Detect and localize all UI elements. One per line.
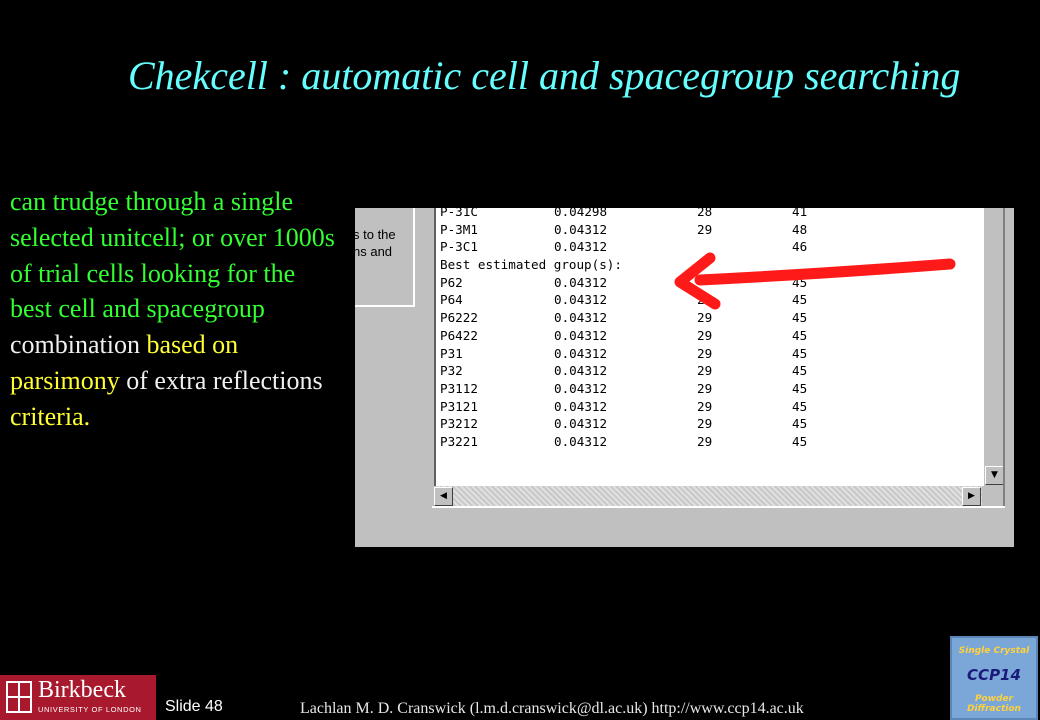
body-text-yellow-2: criteria.	[10, 401, 91, 431]
table-cell: 0.04312	[554, 239, 608, 255]
table-cell: 28	[697, 208, 713, 219]
table-cell: P64	[440, 292, 463, 308]
table-cell: 45	[792, 416, 808, 432]
table-cell: 0.04312	[554, 221, 608, 237]
table-cell: P6222	[440, 310, 478, 326]
table-cell: 0.04312	[554, 292, 608, 308]
chevron-right-icon: ▶	[968, 491, 975, 501]
vertical-scrollbar[interactable]: ▼	[984, 208, 1004, 485]
table-cell: P3112	[440, 380, 478, 396]
table-cell: 0.04312	[554, 433, 608, 449]
table-cell: 45	[792, 345, 808, 361]
birkbeck-logo: Birkbeck UNIVERSITY OF LONDON	[0, 675, 156, 720]
chekcell-screenshot: s to the ns and P-31C 0.04298 28 41 P-3M1 0.0…	[355, 208, 1014, 547]
scroll-corner	[984, 486, 1003, 506]
table-cell: 29	[697, 433, 713, 449]
slide-number: Slide 48	[165, 698, 223, 715]
table-cell: 45	[792, 380, 808, 396]
left-text-line-2: ns and	[355, 244, 393, 259]
table-cell: 0.04312	[554, 345, 608, 361]
slide-title: Chekcell : automatic cell and spacegroup…	[128, 53, 961, 98]
ccp14-logo: Single Crystal CCP14 Powder Diffraction	[950, 636, 1038, 720]
logo-name: Birkbeck	[38, 677, 126, 703]
table-cell: 45	[792, 433, 808, 449]
table-cell: 45	[792, 398, 808, 414]
table-cell: 0.04312	[554, 363, 608, 379]
table-cell: 29	[697, 345, 713, 361]
table-cell: P31	[440, 345, 463, 361]
table-cell: 0.04312	[554, 416, 608, 432]
table-cell: P-3M1	[440, 221, 478, 237]
table-cell: 29	[697, 363, 713, 379]
table-cell: 0.04312	[554, 327, 608, 343]
table-cell: 29	[697, 380, 713, 396]
ccp14-logo-line-2: CCP14	[967, 666, 1021, 684]
table-cell: P3221	[440, 433, 478, 449]
chevron-down-icon: ▼	[991, 470, 998, 480]
slide-body-text: can trudge through a single selected uni…	[10, 184, 340, 435]
scroll-down-button[interactable]: ▼	[985, 466, 1004, 485]
table-cell: 45	[792, 363, 808, 379]
table-cell: P-3C1	[440, 239, 478, 255]
table-cell: 0.04312	[554, 398, 608, 414]
body-text-white: combination	[10, 330, 140, 360]
pane-border	[1003, 208, 1005, 508]
table-cell: P6422	[440, 327, 478, 343]
table-cell: 45	[792, 327, 808, 343]
table-cell: P32	[440, 363, 463, 379]
red-arrow-annotation	[674, 252, 956, 310]
scroll-left-button[interactable]: ◀	[434, 487, 453, 506]
ccp14-logo-line-1: Single Crystal	[958, 646, 1030, 656]
footer-credit: Lachlan M. D. Cranswick (l.m.d.cranswick…	[300, 700, 804, 717]
table-cell: 29	[697, 416, 713, 432]
table-cell: 0.04312	[554, 380, 608, 396]
table-cell: P62	[440, 274, 463, 290]
horizontal-scrollbar[interactable]: ◀ ▶	[434, 486, 982, 506]
table-cell: 48	[792, 221, 808, 237]
table-cell: P-31C	[440, 208, 478, 219]
left-text-line-1: s to the	[355, 227, 396, 242]
logo-subtitle: UNIVERSITY OF LONDON	[38, 705, 142, 714]
table-cell: Best estimated group(s):	[440, 257, 622, 273]
body-text-green: can trudge through a single selected uni…	[10, 187, 335, 324]
table-cell: 29	[697, 327, 713, 343]
table-cell: 0.04312	[554, 274, 608, 290]
table-cell: 29	[697, 398, 713, 414]
pane-bottom-edge	[432, 506, 1005, 508]
scroll-right-button[interactable]: ▶	[962, 487, 981, 506]
body-text-white-2: of extra reflections	[126, 365, 323, 395]
table-cell: 0.04312	[554, 310, 608, 326]
table-cell: 29	[697, 221, 713, 237]
chevron-left-icon: ◀	[440, 491, 447, 501]
birkbeck-crest-icon	[6, 681, 32, 713]
ccp14-logo-line-3: Powder Diffraction	[967, 694, 1021, 714]
left-panel-fragment: s to the ns and	[355, 208, 415, 307]
table-cell: 0.04298	[554, 208, 608, 219]
results-list[interactable]: P-31C 0.04298 28 41 P-3M1 0.04312 29 48 P-3C1 0.0…	[434, 208, 984, 486]
table-cell: 41	[792, 208, 808, 219]
table-cell: P3212	[440, 416, 478, 432]
table-cell: P3121	[440, 398, 478, 414]
